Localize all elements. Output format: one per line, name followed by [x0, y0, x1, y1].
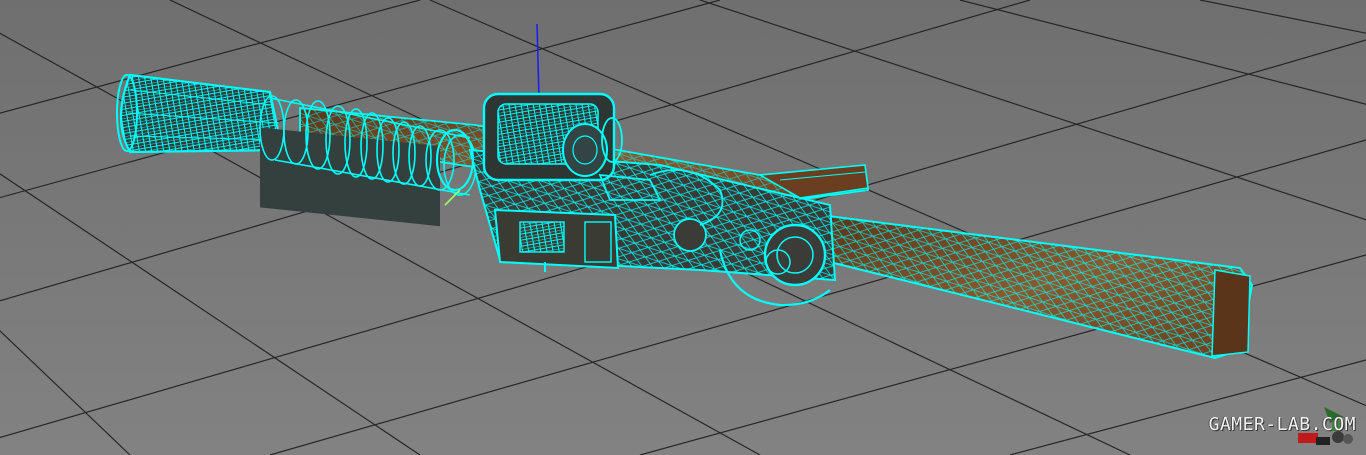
viewport-scene[interactable]	[0, 0, 1366, 455]
watermark: GAMER-LAB.COM	[1200, 407, 1360, 447]
watermark-text: GAMER-LAB.COM	[1208, 414, 1356, 435]
3d-viewport[interactable]: GAMER-LAB.COM	[0, 0, 1366, 455]
rifle-scope[interactable]	[482, 92, 623, 182]
rifle-magazine[interactable]	[493, 208, 620, 272]
